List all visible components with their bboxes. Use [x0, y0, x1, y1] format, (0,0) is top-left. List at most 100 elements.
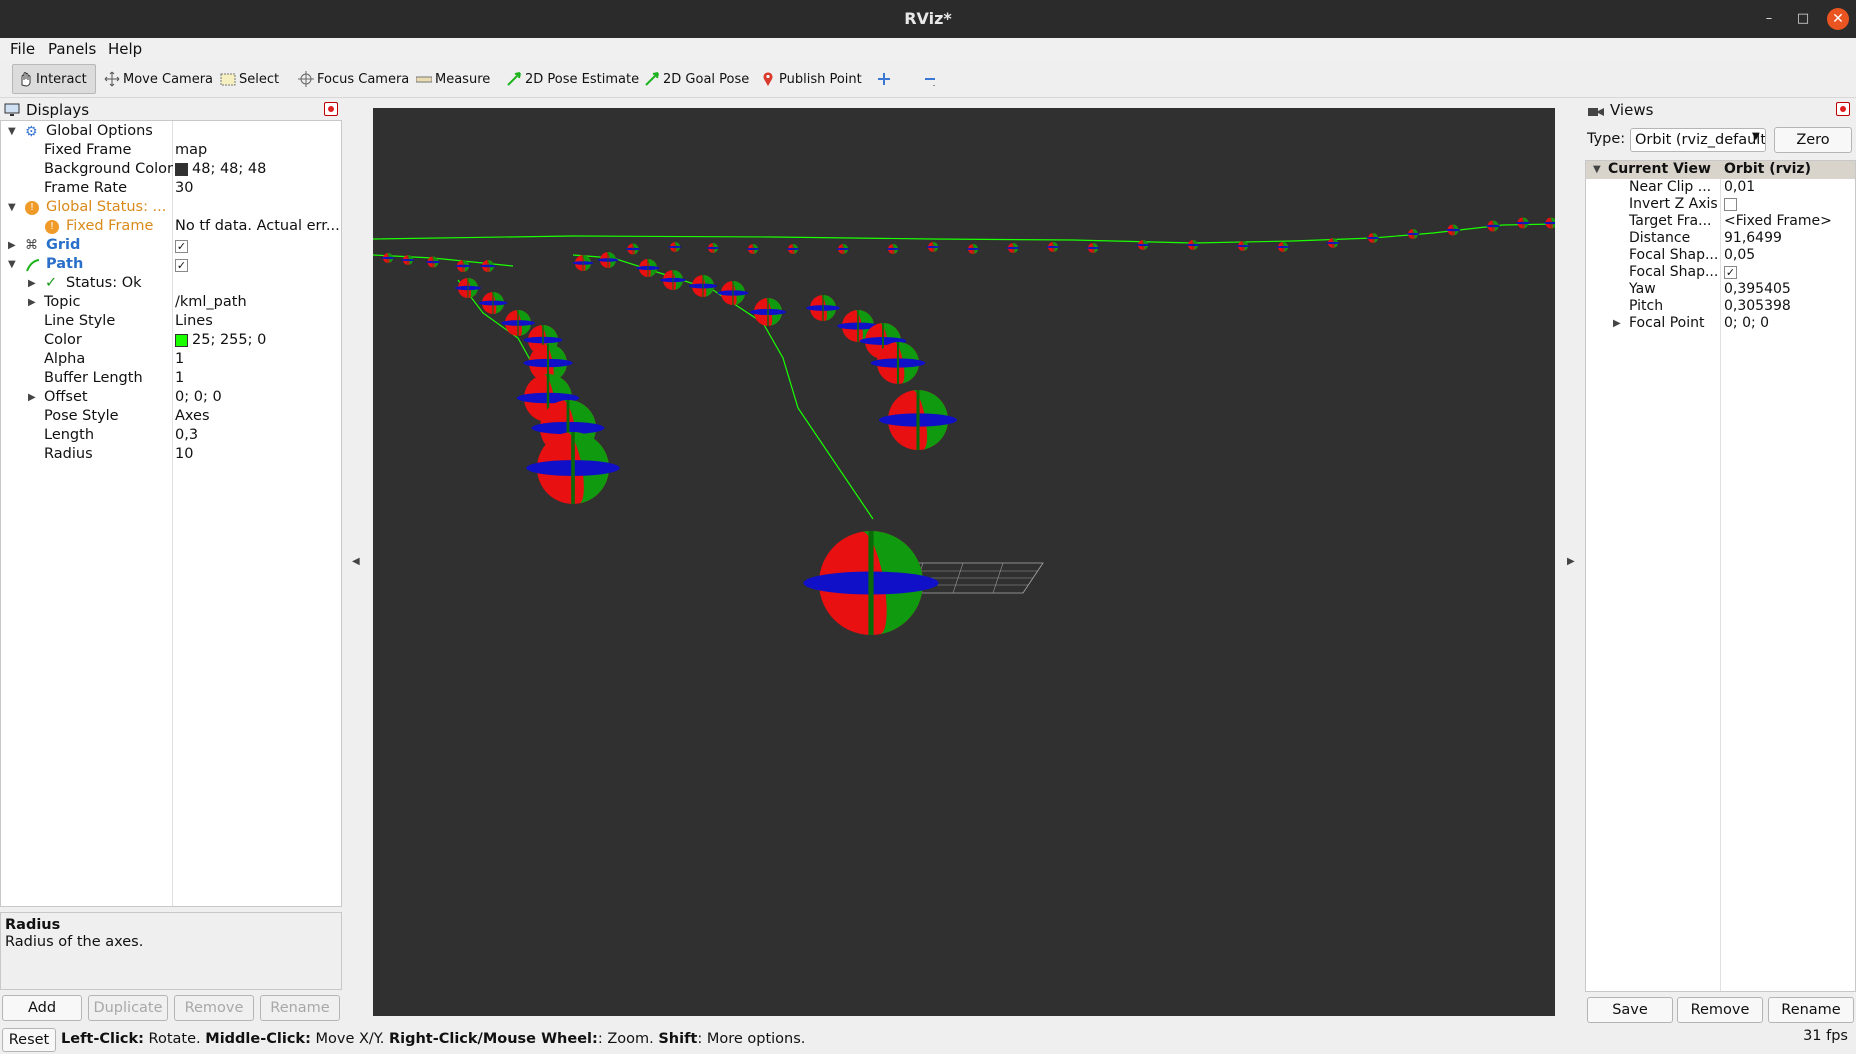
warning-icon: ! — [45, 220, 59, 234]
interact-tool-button[interactable]: Interact — [12, 64, 96, 94]
menu-file[interactable]: File — [10, 40, 35, 58]
frame-rate-value[interactable]: 30 — [175, 180, 193, 196]
line-style-value[interactable]: Lines — [175, 313, 213, 329]
goal-pose-tool-button[interactable]: 2D Goal Pose — [640, 64, 753, 94]
duplicate-display-button[interactable]: Duplicate — [88, 995, 168, 1021]
topic-value[interactable]: /kml_path — [175, 294, 247, 310]
tree-row-length[interactable]: Length 0,3 — [1, 427, 341, 446]
reset-button[interactable]: Reset — [2, 1028, 56, 1052]
tree-row-pitch[interactable]: Pitch 0,305398 — [1586, 298, 1855, 315]
close-icon[interactable]: ✕ — [1827, 8, 1849, 30]
expand-down-icon[interactable]: ▼ — [8, 202, 16, 213]
tree-row-fixed-frame-status[interactable]: ! Fixed Frame No tf data. Actual err... — [1, 218, 341, 237]
expand-right-icon[interactable]: ▶ — [28, 392, 36, 403]
tree-row-near-clip[interactable]: Near Clip ... 0,01 — [1586, 179, 1855, 196]
tree-row-radius[interactable]: Radius 10 — [1, 446, 341, 465]
add-tool-button[interactable] — [872, 64, 899, 94]
add-display-button[interactable]: Add — [2, 995, 82, 1021]
tree-row-offset[interactable]: ▶ Offset 0; 0; 0 — [1, 389, 341, 408]
tree-row-focal-size[interactable]: Focal Shap... 0,05 — [1586, 247, 1855, 264]
pose-style-value[interactable]: Axes — [175, 408, 210, 424]
yaw-value[interactable]: 0,395405 — [1724, 281, 1791, 297]
tree-row-alpha[interactable]: Alpha 1 — [1, 351, 341, 370]
distance-value[interactable]: 91,6499 — [1724, 230, 1782, 246]
rename-view-button[interactable]: Rename — [1768, 997, 1854, 1023]
target-frame-value[interactable]: <Fixed Frame> — [1724, 213, 1832, 229]
expand-right-icon[interactable]: ▶ — [28, 297, 36, 308]
path-enabled-checkbox[interactable]: ✓ — [175, 257, 188, 273]
zero-view-button[interactable]: Zero — [1774, 127, 1852, 153]
tree-row-focal-point[interactable]: ▶ Focal Point 0; 0; 0 — [1586, 315, 1855, 332]
tree-row-global-options[interactable]: ▼ ⚙ Global Options — [1, 123, 341, 142]
tree-row-frame-rate[interactable]: Frame Rate 30 — [1, 180, 341, 199]
tree-row-pose-style[interactable]: Pose Style Axes — [1, 408, 341, 427]
expand-right-icon[interactable]: ▶ — [28, 278, 36, 289]
expand-down-icon[interactable]: ▼ — [8, 259, 16, 270]
collapse-right-icon[interactable]: ▶ — [1567, 556, 1575, 567]
remove-view-button[interactable]: Remove — [1677, 997, 1763, 1023]
buffer-length-value[interactable]: 1 — [175, 370, 184, 386]
move-camera-tool-button[interactable]: Move Camera — [100, 64, 217, 94]
remove-display-button[interactable]: Remove — [174, 995, 254, 1021]
select-label: Select — [239, 71, 280, 87]
minus-icon — [922, 71, 938, 87]
near-clip-value[interactable]: 0,01 — [1724, 179, 1755, 195]
focal-size-value[interactable]: 0,05 — [1724, 247, 1755, 263]
focal-enabled-checkbox[interactable]: ✓ — [1724, 264, 1737, 280]
maximize-icon[interactable]: □ — [1794, 10, 1812, 28]
pitch-value[interactable]: 0,305398 — [1724, 298, 1791, 314]
measure-tool-button[interactable]: Measure — [412, 64, 494, 94]
expand-right-icon[interactable]: ▶ — [1613, 318, 1621, 329]
focus-camera-tool-button[interactable]: Focus Camera — [294, 64, 413, 94]
invert-z-checkbox[interactable] — [1724, 196, 1737, 212]
fixed-frame-value[interactable]: map — [175, 142, 207, 158]
hand-cursor-icon — [17, 71, 33, 87]
displays-close-icon[interactable] — [324, 102, 338, 116]
tree-row-target-frame[interactable]: Target Fra... <Fixed Frame> — [1586, 213, 1855, 230]
tree-row-focal-enabled[interactable]: Focal Shap... ✓ — [1586, 264, 1855, 281]
pose-estimate-tool-button[interactable]: 2D Pose Estimate — [502, 64, 643, 94]
view-type-select[interactable]: Orbit (rviz_default_plugins) — [1630, 128, 1766, 152]
grid-enabled-checkbox[interactable]: ✓ — [175, 238, 188, 254]
tree-row-distance[interactable]: Distance 91,6499 — [1586, 230, 1855, 247]
tree-row-color[interactable]: Color 25; 255; 0 — [1, 332, 341, 351]
expand-down-icon[interactable]: ▼ — [1593, 164, 1601, 175]
background-color-value[interactable]: 48; 48; 48 — [175, 161, 266, 177]
tree-row-background-color[interactable]: Background Color 48; 48; 48 — [1, 161, 341, 180]
save-view-button[interactable]: Save — [1587, 997, 1673, 1023]
select-tool-button[interactable]: Select — [216, 64, 283, 94]
views-close-icon[interactable] — [1836, 102, 1850, 116]
menu-help[interactable]: Help — [108, 40, 142, 58]
focal-point-value[interactable]: 0; 0; 0 — [1724, 315, 1769, 331]
length-value[interactable]: 0,3 — [175, 427, 198, 443]
alpha-value[interactable]: 1 — [175, 351, 184, 367]
publish-point-tool-button[interactable]: Publish Point — [756, 64, 866, 94]
pose-style-label: Pose Style — [44, 408, 119, 424]
color-value[interactable]: 25; 255; 0 — [175, 332, 266, 348]
path-scene — [372, 216, 1559, 1016]
menu-panels[interactable]: Panels — [48, 40, 96, 58]
collapse-left-icon[interactable]: ◀ — [352, 556, 360, 567]
tree-row-status-ok[interactable]: ▶ ✓ Status: Ok — [1, 275, 341, 294]
tree-row-line-style[interactable]: Line Style Lines — [1, 313, 341, 332]
minimize-icon[interactable]: – — [1760, 10, 1778, 28]
render-viewport[interactable] — [372, 108, 1559, 1016]
expand-right-icon[interactable]: ▶ — [8, 240, 16, 251]
rename-display-button[interactable]: Rename — [260, 995, 340, 1021]
tree-row-invert-z[interactable]: Invert Z Axis — [1586, 196, 1855, 213]
expand-down-icon[interactable]: ▼ — [8, 126, 16, 137]
tree-row-topic[interactable]: ▶ Topic /kml_path — [1, 294, 341, 313]
tree-row-yaw[interactable]: Yaw 0,395405 — [1586, 281, 1855, 298]
remove-tool-button[interactable] — [918, 64, 945, 94]
tree-row-fixed-frame[interactable]: Fixed Frame map — [1, 142, 341, 161]
tree-row-global-status[interactable]: ▼ ! Global Status: ... — [1, 199, 341, 218]
radius-value[interactable]: 10 — [175, 446, 193, 462]
chevron-down-icon[interactable]: ▼ — [1752, 131, 1760, 142]
fixed-frame-status-label: Fixed Frame — [66, 218, 154, 234]
tree-row-grid[interactable]: ▶ ⌘ Grid ✓ — [1, 237, 341, 256]
tree-row-buffer-length[interactable]: Buffer Length 1 — [1, 370, 341, 389]
tree-row-current-view[interactable]: ▼ Current View Orbit (rviz) — [1586, 161, 1855, 179]
offset-value[interactable]: 0; 0; 0 — [175, 389, 222, 405]
tree-row-path[interactable]: ▼ Path ✓ — [1, 256, 341, 275]
grid-icon: ⌘ — [25, 238, 38, 253]
